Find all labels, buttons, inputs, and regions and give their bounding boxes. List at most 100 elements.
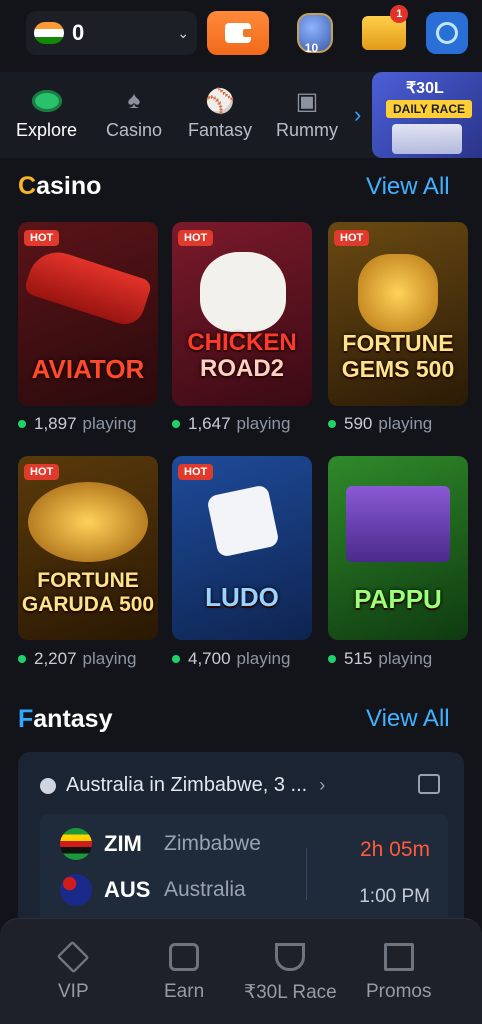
online-dot-icon xyxy=(18,655,26,663)
headset-icon xyxy=(436,22,459,44)
game-title-line1: CHICKEN xyxy=(187,329,297,356)
category-nav: Explore ♠ Casino ⚾ Fantasy ▣ Rummy › ₹30… xyxy=(0,72,482,158)
jersey-icon[interactable] xyxy=(418,774,440,794)
chevron-right-icon: › xyxy=(319,775,326,795)
player-count-pappu: 515 playing xyxy=(328,649,432,669)
online-dot-icon xyxy=(172,655,180,663)
bottom-nav-earn[interactable]: Earn xyxy=(164,943,204,1003)
tab-label: Casino xyxy=(106,120,163,140)
hot-badge: HOT xyxy=(24,230,60,246)
player-count-ludo: 4,700 playing xyxy=(172,649,290,669)
wallet-icon xyxy=(224,23,253,43)
cards-icon: ▣ xyxy=(295,87,319,115)
cricket-ball-icon xyxy=(40,777,56,794)
team-code: ZIM xyxy=(104,831,142,856)
support-button[interactable] xyxy=(426,12,469,54)
race-label: DAILY RACE xyxy=(386,100,472,118)
zimbabwe-flag-icon xyxy=(60,828,92,860)
tab-label: Rummy xyxy=(276,120,338,140)
jar-level: 10 xyxy=(304,41,319,55)
match-series-title: Australia in Zimbabwe, 3 ... xyxy=(66,774,308,796)
team-row-2: AUS Australia xyxy=(60,874,246,906)
race-artwork xyxy=(392,124,462,154)
hot-badge: HOT xyxy=(334,230,370,246)
race-amount: ₹30L xyxy=(406,80,444,97)
bottom-nav-label: Promos xyxy=(366,981,432,1002)
game-title: PAPPU xyxy=(354,584,442,614)
app-root: 0 ⌄ 10 1 Explore ♠ Casino ⚾ Fantasy ▣ Ru… xyxy=(0,0,482,1024)
balance-amount: 0 xyxy=(72,20,85,45)
india-flag-icon xyxy=(34,22,64,44)
tab-label: Explore xyxy=(16,120,78,140)
daily-race-banner[interactable]: ₹30L DAILY RACE xyxy=(372,72,482,158)
tab-rummy[interactable]: ▣ Rummy xyxy=(276,88,338,141)
slot-reels-icon xyxy=(346,486,450,562)
game-title-line2: GARUDA 500 xyxy=(21,593,155,616)
trophy-jar-button[interactable]: 10 xyxy=(291,9,339,57)
player-count-fortune-garuda: 2,207 playing xyxy=(18,649,136,669)
game-title: AVIATOR xyxy=(31,354,145,384)
wallet-selector[interactable]: 0 ⌄ xyxy=(26,11,198,55)
bottom-nav-vip[interactable]: VIP xyxy=(56,940,90,1003)
game-title-line2: GEMS 500 xyxy=(341,356,455,382)
planet-icon xyxy=(31,90,62,112)
australia-flag-icon xyxy=(60,874,92,906)
bottom-nav: VIP Earn ₹30L Race Promos xyxy=(0,918,482,1024)
player-count-fortune-gems: 590 playing xyxy=(328,414,432,434)
tab-casino[interactable]: ♠ Casino xyxy=(106,87,163,141)
match-start-time: 1:00 PM xyxy=(359,886,430,907)
game-title-line1: FORTUNE xyxy=(37,569,139,592)
golden-mask-icon xyxy=(358,254,438,332)
hot-badge: HOT xyxy=(24,464,60,480)
team-name: Zimbabwe xyxy=(164,832,261,855)
player-count-chicken-road2: 1,647 playing xyxy=(172,414,290,434)
game-title: LUDO xyxy=(205,582,279,612)
game-card-fortune-garuda-500[interactable]: HOT FORTUNE GARUDA 500 xyxy=(18,456,158,640)
casino-view-all-link[interactable]: View All xyxy=(366,173,450,201)
bottom-nav-race[interactable]: ₹30L Race xyxy=(244,943,337,1004)
online-dot-icon xyxy=(328,655,336,663)
bottom-nav-promos[interactable]: Promos xyxy=(366,943,431,1003)
online-dot-icon xyxy=(328,420,336,428)
chevron-down-icon: ⌄ xyxy=(177,24,190,41)
game-card-chicken-road2[interactable]: HOT CHICKEN ROAD2 xyxy=(172,222,312,406)
tab-fantasy[interactable]: ⚾ Fantasy xyxy=(188,88,252,141)
game-card-ludo[interactable]: HOT LUDO xyxy=(172,456,312,640)
match-series-header[interactable]: Australia in Zimbabwe, 3 ... › xyxy=(40,774,325,797)
bottom-nav-label: Earn xyxy=(164,981,205,1002)
chicken-icon xyxy=(200,252,286,332)
rewards-chest-button[interactable]: 1 xyxy=(361,5,409,57)
team-name: Australia xyxy=(164,878,246,901)
dice-icon xyxy=(206,484,280,558)
game-card-fortune-gems-500[interactable]: HOT FORTUNE GEMS 500 xyxy=(328,222,468,406)
online-dot-icon xyxy=(18,420,26,428)
top-bar: 0 ⌄ 10 1 xyxy=(0,0,482,66)
diamond-icon xyxy=(56,940,90,974)
fantasy-view-all-link[interactable]: View All xyxy=(366,705,450,733)
golden-garuda-icon xyxy=(28,482,148,562)
tab-explore[interactable]: Explore xyxy=(16,88,77,141)
trophy-icon xyxy=(275,943,306,971)
deposit-button[interactable] xyxy=(207,11,269,55)
bottom-nav-label: VIP xyxy=(58,981,89,1002)
game-card-pappu[interactable]: PAPPU xyxy=(328,456,468,640)
gift-icon xyxy=(383,943,414,971)
game-card-aviator[interactable]: HOT AVIATOR xyxy=(18,222,158,406)
casino-section-title: Casino xyxy=(18,172,102,200)
game-title-line1: FORTUNE xyxy=(342,330,454,356)
spade-icon: ♠ xyxy=(127,87,141,114)
airplane-icon xyxy=(23,244,153,330)
cash-register-icon xyxy=(169,943,200,971)
tab-label: Fantasy xyxy=(188,120,253,140)
fantasy-section-title: Fantasy xyxy=(18,705,113,733)
team-row-1: ZIM Zimbabwe xyxy=(60,828,261,860)
cricket-bat-icon: ⚾ xyxy=(205,87,235,115)
online-dot-icon xyxy=(172,420,180,428)
team-code: AUS xyxy=(104,877,151,902)
divider xyxy=(306,848,307,900)
bottom-nav-label: ₹30L Race xyxy=(244,982,337,1003)
hot-badge: HOT xyxy=(178,464,214,480)
game-title-line2: ROAD2 xyxy=(199,355,284,382)
match-countdown: 2h 05m xyxy=(359,838,430,861)
chevron-right-icon[interactable]: › xyxy=(354,102,361,128)
